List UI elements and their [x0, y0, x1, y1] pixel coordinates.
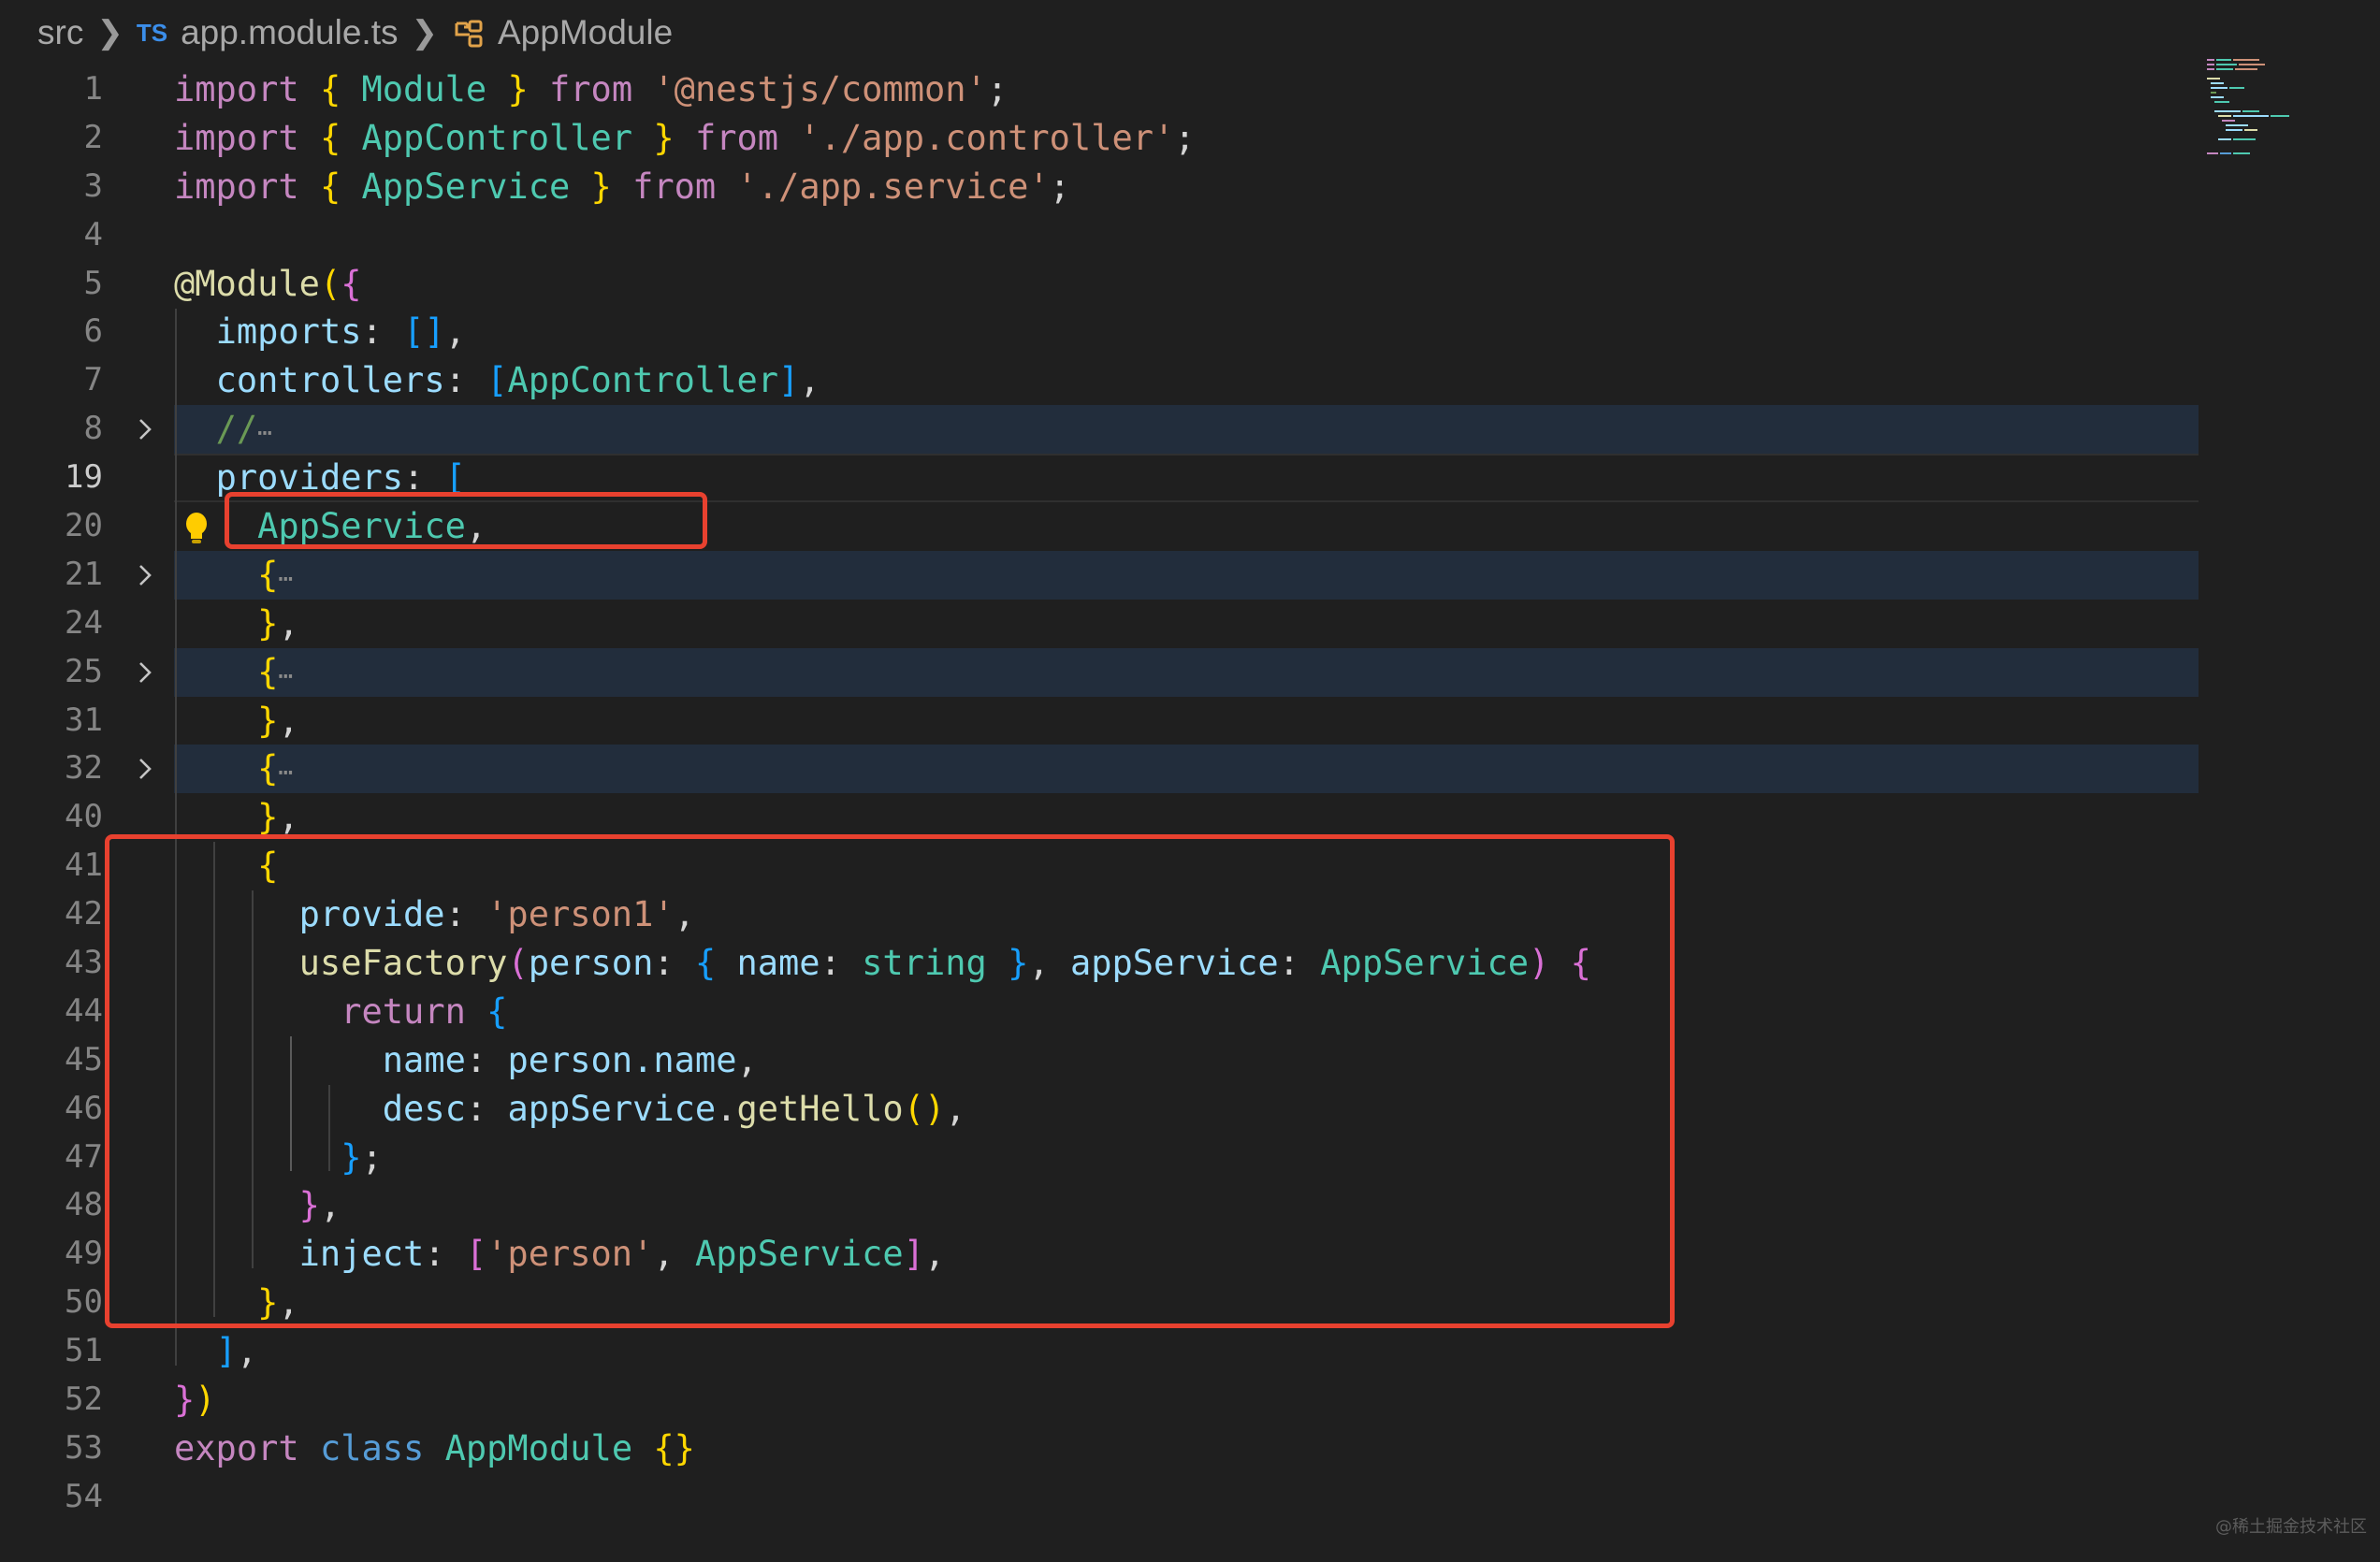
code-line: 24 },: [0, 600, 2199, 648]
line-number: 42: [65, 895, 103, 933]
chevron-right-icon[interactable]: [133, 417, 157, 441]
line-number: 52: [65, 1381, 103, 1419]
line-number: 20: [65, 507, 103, 545]
code-line: 6 imports: [],: [0, 308, 2199, 356]
code-text: imports: [],: [215, 311, 466, 353]
line-number: 8: [83, 410, 103, 448]
code-line: 5 @Module({: [0, 260, 2199, 309]
code-text: import { AppService } from './app.servic…: [174, 166, 1070, 207]
line-number: 7: [83, 361, 103, 399]
code-text: import { Module } from '@nestjs/common';: [174, 69, 1009, 109]
line-number: 40: [65, 798, 103, 836]
code-text: @Module({: [174, 263, 362, 304]
line-number: 21: [65, 555, 103, 593]
watermark: @稀土掘金技术社区: [2215, 1517, 2367, 1537]
folded-code-line: 21 {⋯: [0, 550, 2199, 600]
folded-code-line: 32 {⋯: [0, 745, 2199, 794]
line-number: 19: [65, 458, 103, 497]
code-line: 54: [0, 1473, 2199, 1522]
line-number: 41: [65, 846, 103, 885]
chevron-right-icon[interactable]: [133, 660, 157, 685]
line-number: 3: [83, 166, 103, 205]
line-number: 4: [83, 215, 103, 253]
line-number: 25: [65, 652, 103, 690]
breadcrumb-file[interactable]: app.module.ts: [181, 13, 398, 52]
line-number: 45: [65, 1040, 103, 1078]
line-number: 32: [65, 749, 103, 788]
code-line: 1 import { Module } from '@nestjs/common…: [0, 65, 2199, 114]
minimap[interactable]: [2203, 56, 2372, 178]
code-text: },: [257, 700, 299, 741]
code-line: 52 }): [0, 1376, 2199, 1425]
code-line: 31 },: [0, 697, 2199, 745]
code-text: {⋯: [257, 651, 294, 692]
code-text: controllers: [AppController],: [215, 360, 820, 401]
typescript-file-icon: TS: [136, 18, 168, 47]
code-line: 51 ],: [0, 1327, 2199, 1376]
code-text: {⋯: [257, 554, 294, 595]
line-number: 44: [65, 991, 103, 1030]
breadcrumb-folder[interactable]: src: [37, 13, 83, 52]
code-line: 4: [0, 211, 2199, 260]
line-number: 5: [83, 264, 103, 302]
chevron-right-icon: ❯: [96, 15, 123, 51]
code-line: 2 import { AppController } from './app.c…: [0, 114, 2199, 163]
code-text: }): [174, 1380, 216, 1421]
line-number: 53: [65, 1428, 103, 1467]
line-number: 46: [65, 1089, 103, 1127]
code-text: },: [257, 602, 299, 644]
line-number: 48: [65, 1186, 103, 1224]
highlight-box: [225, 492, 707, 549]
code-text: //⋯: [215, 409, 272, 450]
line-number: 47: [65, 1137, 103, 1176]
code-text: export class AppModule {}: [174, 1427, 695, 1468]
chevron-right-icon[interactable]: [133, 757, 157, 781]
symbol-class-icon: [455, 20, 483, 48]
chevron-right-icon[interactable]: [133, 563, 157, 587]
line-number: 24: [65, 603, 103, 642]
code-line: 53 export class AppModule {}: [0, 1425, 2199, 1473]
folded-code-line: 25 {⋯: [0, 647, 2199, 697]
folded-code-line: 8 //⋯: [0, 405, 2199, 455]
line-number: 49: [65, 1235, 103, 1273]
line-number: 51: [65, 1332, 103, 1370]
line-number: 31: [65, 701, 103, 739]
code-text: {⋯: [257, 748, 294, 789]
line-number: 43: [65, 944, 103, 982]
line-number: 2: [83, 118, 103, 156]
highlight-box: [105, 834, 1675, 1328]
code-line: 3 import { AppService } from './app.serv…: [0, 163, 2199, 211]
line-number: 50: [65, 1283, 103, 1322]
breadcrumb: src ❯ TS app.module.ts ❯ AppModule: [37, 0, 673, 65]
line-number: 1: [83, 70, 103, 108]
line-number: 54: [65, 1477, 103, 1515]
code-line: 7 controllers: [AppController],: [0, 356, 2199, 405]
code-text: ],: [215, 1331, 258, 1372]
code-text: import { AppController } from './app.con…: [174, 117, 1196, 158]
breadcrumb-symbol[interactable]: AppModule: [498, 13, 673, 52]
chevron-right-icon: ❯: [411, 15, 439, 51]
line-number: 6: [83, 312, 103, 351]
